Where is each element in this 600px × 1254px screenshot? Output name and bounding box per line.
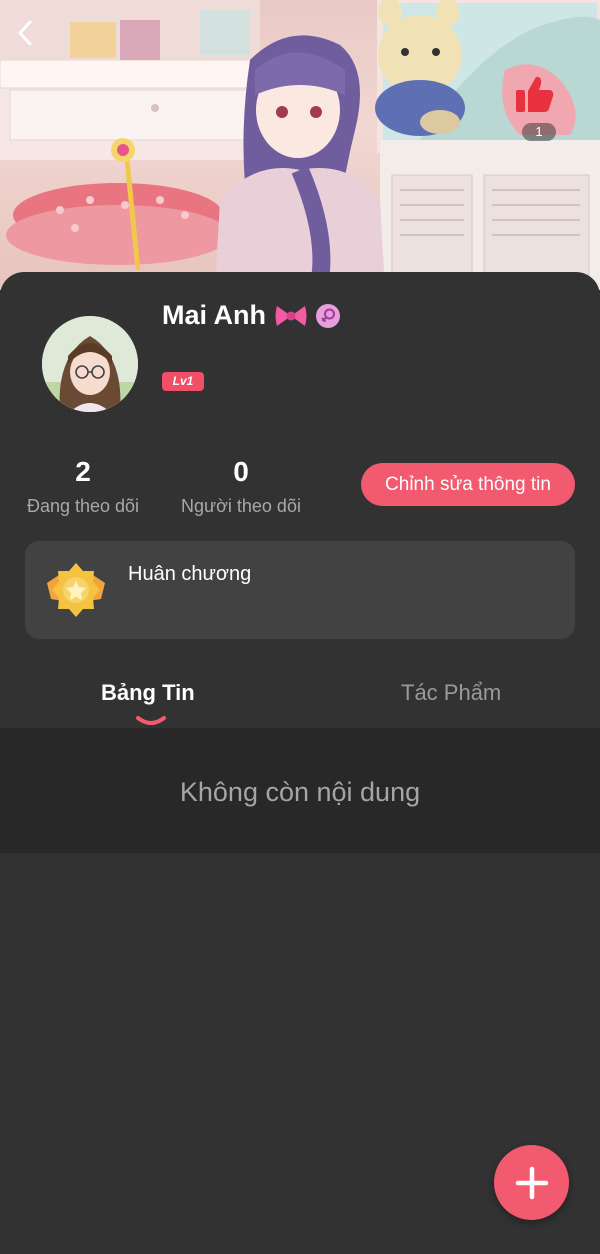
female-icon [316,303,340,328]
medal-icon [47,563,105,617]
avatar-image [42,316,138,412]
tab-active-indicator [136,716,166,725]
edit-profile-button[interactable]: Chỉnh sửa thông tin [361,463,575,506]
tab-works[interactable]: Tác Phẩm [401,680,501,706]
medal-title: Huân chương [128,563,252,585]
empty-message: Không còn nội dung [179,777,421,807]
followers-label: Người theo dõi [181,496,301,516]
followers-stat[interactable]: 0 Người theo dõi [176,454,306,517]
back-button[interactable] [14,18,54,58]
tab-feed[interactable]: Bảng Tin [101,680,195,706]
chevron-left-icon [18,20,32,46]
username-row: Mai Anh [162,300,340,331]
profile-sheet: Mai Anh Lv1 2 Đang theo dõi 0 Người theo… [0,272,600,1254]
thumbs-up-icon [516,76,554,112]
plus-icon [515,1166,548,1199]
banner-illustration [0,0,600,290]
following-label: Đang theo dõi [26,496,140,516]
like-count: 1 [522,123,556,141]
level-badge: Lv1 [162,372,204,391]
profile-banner: 1 [0,0,600,290]
medal-card[interactable]: Huân chương [25,541,575,639]
create-post-button[interactable] [494,1145,569,1220]
following-stat[interactable]: 2 Đang theo dõi [22,454,144,517]
like-button[interactable] [512,72,566,122]
avatar[interactable] [42,316,138,412]
bow-icon [275,305,307,326]
username: Mai Anh [162,300,266,330]
followers-count: 0 [233,456,249,487]
following-count: 2 [75,456,91,487]
feed-empty-state: Không còn nội dung [0,728,600,853]
